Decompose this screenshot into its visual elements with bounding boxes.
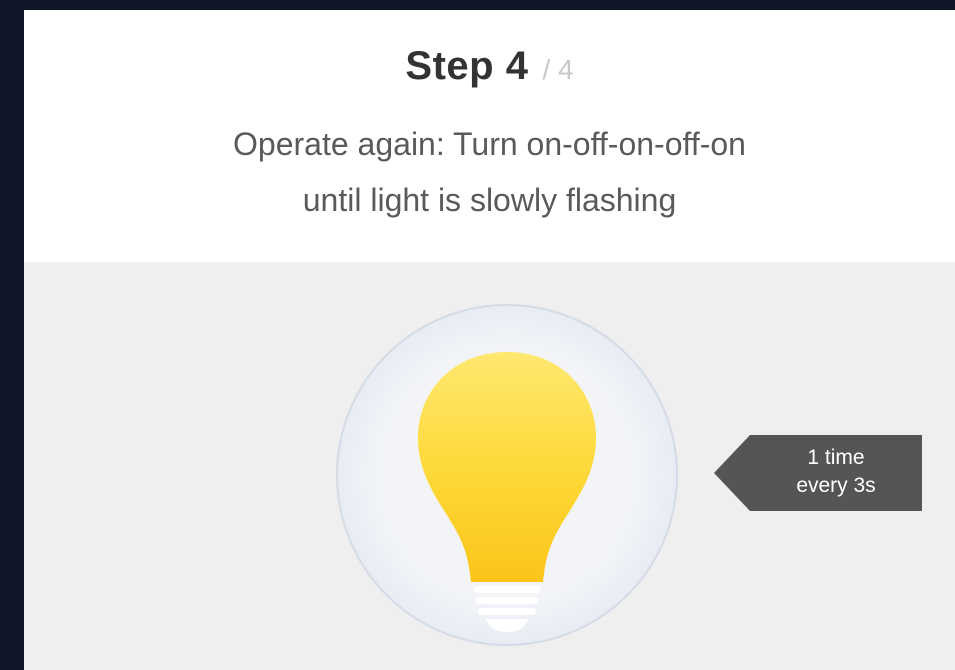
pairing-screen: Step 4 / 4 Operate again: Turn on-off-on-… [24, 10, 955, 670]
instruction-text: Operate again: Turn on-off-on-off-on unt… [24, 116, 955, 228]
flash-rate-line-2: every 3s [796, 474, 876, 497]
bulb-base-ring [476, 597, 538, 604]
step-title: Step 4 / 4 [24, 44, 955, 89]
step-label: Step 4 [405, 44, 529, 88]
flash-rate-text: 1 time every 3s [750, 435, 922, 511]
bulb-base-ring [474, 586, 540, 593]
step-total: / 4 [542, 54, 574, 85]
step-header: Step 4 / 4 Operate again: Turn on-off-on-… [24, 10, 955, 262]
bulb-illustration [334, 302, 680, 648]
instruction-line-2: until light is slowly flashing [302, 182, 677, 218]
flash-rate-line-1: 1 time [807, 446, 865, 469]
illustration-area: 1 time every 3s [24, 262, 955, 670]
light-bulb-icon [336, 304, 678, 646]
bulb-base-ring [478, 608, 536, 615]
instruction-line-1: Operate again: Turn on-off-on-off-on [233, 126, 746, 162]
flash-rate-badge: 1 time every 3s [714, 435, 922, 511]
